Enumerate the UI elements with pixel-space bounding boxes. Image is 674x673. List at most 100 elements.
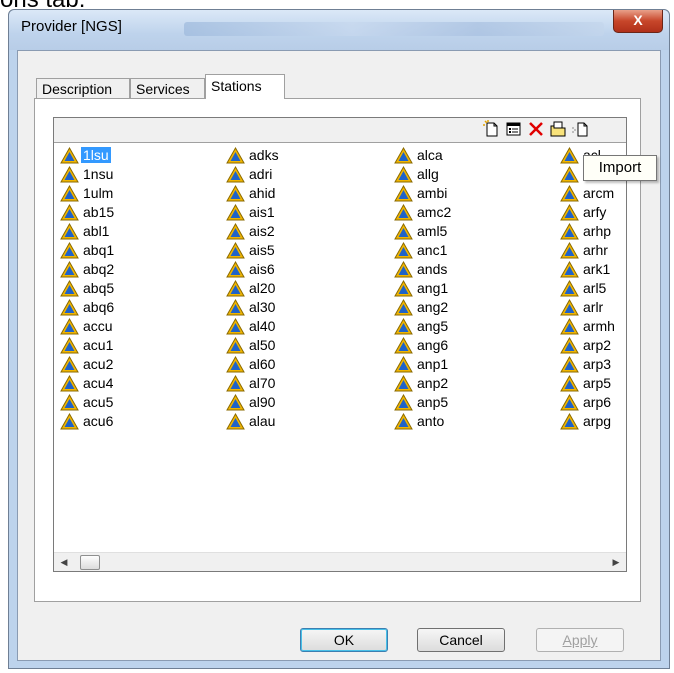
station-triangle-icon xyxy=(394,356,413,373)
station-triangle-icon xyxy=(560,185,579,202)
station-triangle-icon xyxy=(560,394,579,411)
station-triangle-icon xyxy=(394,242,413,259)
station-triangle-icon xyxy=(560,375,579,392)
station-items: 1lsu 1nsu 1ulm ab15 abl1 abq1 abq2 abq5 abq6 accu… xyxy=(54,144,626,544)
station-label: arp2 xyxy=(583,337,612,353)
station-triangle-icon xyxy=(394,280,413,297)
station-triangle-icon xyxy=(394,299,413,316)
station-label: acu6 xyxy=(83,413,114,429)
cancel-button[interactable]: Cancel xyxy=(417,628,505,652)
scrollbar-thumb[interactable] xyxy=(80,555,100,570)
properties-icon[interactable] xyxy=(504,120,524,140)
station-triangle-icon xyxy=(560,166,579,183)
tab-stations[interactable]: Stations xyxy=(205,74,285,99)
station-triangle-icon xyxy=(60,223,79,240)
station-label: ais5 xyxy=(249,242,275,258)
station-label: armh xyxy=(583,318,615,334)
station-label: acu4 xyxy=(83,375,114,391)
station-label: allg xyxy=(417,166,439,182)
station-label: anp2 xyxy=(417,375,449,391)
station-triangle-icon xyxy=(226,223,245,240)
station-label: arp3 xyxy=(583,356,612,372)
station-label: acu1 xyxy=(83,337,114,353)
station-label: arhr xyxy=(583,242,608,258)
station-label: ark1 xyxy=(583,261,611,277)
stations-list[interactable]: 1lsu 1nsu 1ulm ab15 abl1 abq1 abq2 abq5 abq6 accu… xyxy=(53,117,627,572)
station-triangle-icon xyxy=(560,242,579,259)
station-triangle-icon xyxy=(60,394,79,411)
station-label: acu2 xyxy=(83,356,114,372)
export-icon[interactable] xyxy=(570,120,590,140)
station-label: accu xyxy=(83,318,113,334)
station-triangle-icon xyxy=(226,166,245,183)
tab-description[interactable]: Description xyxy=(36,78,130,98)
horizontal-scrollbar[interactable]: ◀ ▶ xyxy=(54,552,626,571)
station-triangle-icon xyxy=(60,204,79,221)
station-label: arp6 xyxy=(583,394,612,410)
station-label: al20 xyxy=(249,280,276,296)
station-label: anp1 xyxy=(417,356,449,372)
station-label: al90 xyxy=(249,394,276,410)
station-label: arfy xyxy=(583,204,607,220)
station-label: aml5 xyxy=(417,223,448,239)
station-label: ambi xyxy=(417,185,448,201)
station-triangle-icon xyxy=(226,356,245,373)
station-label: ais2 xyxy=(249,223,275,239)
delete-icon[interactable] xyxy=(526,120,546,140)
scroll-left-arrow-icon[interactable]: ◀ xyxy=(56,555,72,569)
station-label: al30 xyxy=(249,299,276,315)
station-label: abl1 xyxy=(83,223,110,239)
station-label: ands xyxy=(417,261,448,277)
station-label: arhp xyxy=(583,223,612,239)
ok-button[interactable]: OK xyxy=(300,628,388,652)
station-triangle-icon xyxy=(226,299,245,316)
station-triangle-icon xyxy=(60,413,79,430)
station-label: anp5 xyxy=(417,394,449,410)
station-triangle-icon xyxy=(394,223,413,240)
station-triangle-icon xyxy=(226,242,245,259)
station-triangle-icon xyxy=(226,413,245,430)
station-triangle-icon xyxy=(60,280,79,297)
station-label: 1nsu xyxy=(83,166,114,182)
station-label: arpg xyxy=(583,413,612,429)
close-button[interactable]: X xyxy=(613,10,663,33)
station-label: arcm xyxy=(583,185,615,201)
station-triangle-icon xyxy=(226,147,245,164)
station-triangle-icon xyxy=(60,185,79,202)
station-triangle-icon xyxy=(560,318,579,335)
station-label: 1ulm xyxy=(83,185,114,201)
station-label: al50 xyxy=(249,337,276,353)
station-triangle-icon xyxy=(60,375,79,392)
station-label: abq5 xyxy=(83,280,115,296)
station-label: arp5 xyxy=(583,375,612,391)
station-label: 1lsu xyxy=(81,147,111,163)
station-label: amc2 xyxy=(417,204,452,220)
new-icon[interactable] xyxy=(482,120,502,140)
station-triangle-icon xyxy=(560,204,579,221)
station-triangle-icon xyxy=(226,204,245,221)
station-triangle-icon xyxy=(226,375,245,392)
apply-label: Apply xyxy=(562,632,598,648)
station-label: ais1 xyxy=(249,204,275,220)
station-label: ang6 xyxy=(417,337,449,353)
station-label: acu5 xyxy=(83,394,114,410)
dialog-client-area: Description Services Stations 1lsu 1nsu … xyxy=(17,50,661,661)
stations-panel: 1lsu 1nsu 1ulm ab15 abl1 abq1 abq2 abq5 abq6 accu… xyxy=(34,98,641,602)
station-label: arl5 xyxy=(583,280,607,296)
import-icon[interactable] xyxy=(548,120,568,140)
station-label: abq6 xyxy=(83,299,115,315)
station-triangle-icon xyxy=(394,413,413,430)
tab-services[interactable]: Services xyxy=(130,78,205,98)
station-triangle-icon xyxy=(60,261,79,278)
title-bar[interactable]: Provider [NGS] X xyxy=(9,10,669,50)
station-triangle-icon xyxy=(560,280,579,297)
station-triangle-icon xyxy=(394,375,413,392)
station-label: al60 xyxy=(249,356,276,372)
apply-button[interactable]: Apply xyxy=(536,628,624,652)
scroll-right-arrow-icon[interactable]: ▶ xyxy=(608,555,624,569)
station-label: ais6 xyxy=(249,261,275,277)
station-label: ang2 xyxy=(417,299,449,315)
station-label: al70 xyxy=(249,375,276,391)
station-label: ab15 xyxy=(83,204,115,220)
station-triangle-icon xyxy=(60,337,79,354)
